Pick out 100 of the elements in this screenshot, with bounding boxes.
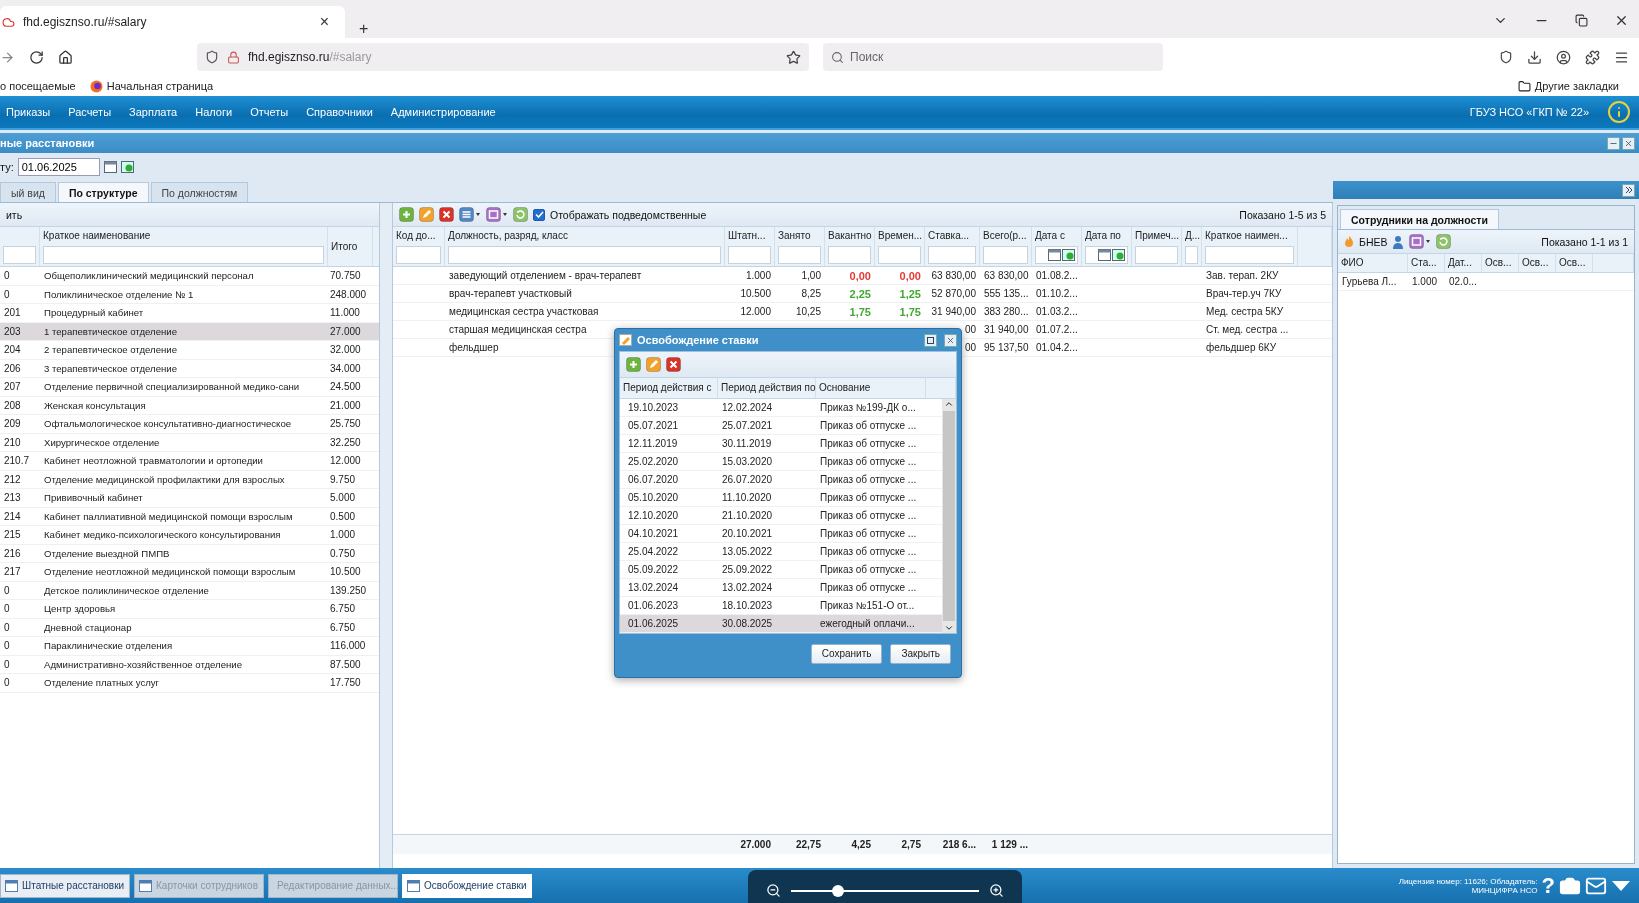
filter-field[interactable] [928, 246, 976, 264]
calendar-icon[interactable] [103, 161, 117, 173]
table-row[interactable]: 05.09.2022 25.09.2022 Приказ об отпуске ... [620, 561, 942, 579]
bookmark-link[interactable]: о посещаемые [0, 80, 76, 92]
filter-field[interactable] [778, 246, 821, 264]
restore-icon[interactable] [1575, 13, 1588, 27]
table-cell-text: 248.000 [329, 288, 368, 300]
date-field[interactable]: 01.06.2025 [17, 158, 100, 176]
menu-item[interactable]: Справочники [306, 106, 373, 118]
menu-item[interactable]: Налоги [195, 106, 233, 118]
download-icon[interactable] [1527, 49, 1542, 65]
zoom-out-icon[interactable] [766, 883, 781, 898]
close-tab-button[interactable]: × [313, 13, 335, 31]
filter-field[interactable] [828, 246, 871, 264]
table-row[interactable]: 13.02.2024 13.02.2024 Приказ об отпуске ... [620, 579, 942, 597]
filter-field[interactable] [878, 246, 921, 264]
scroll-down-icon[interactable] [944, 623, 954, 633]
dialog-button[interactable]: Закрыть [890, 643, 951, 664]
taskbar-item[interactable]: Освобождение ставки [402, 873, 532, 898]
filter-field[interactable] [396, 246, 441, 264]
delete-icon[interactable] [439, 207, 454, 222]
extensions-icon[interactable] [1585, 49, 1600, 65]
column-header: Осв... [1559, 256, 1587, 270]
info-icon[interactable] [1607, 100, 1631, 124]
menu-item[interactable]: Приказы [6, 106, 51, 118]
table-row[interactable]: 12.11.2019 30.11.2019 Приказ об отпуске ... [620, 435, 942, 453]
table-row[interactable]: 01.06.2025 30.08.2025 ежегодный оплачи... [620, 615, 942, 633]
window-icon[interactable] [486, 207, 508, 222]
table-cell-text: 3 терапевтическое отделение [43, 362, 178, 374]
minimize-button[interactable] [1607, 136, 1620, 150]
table-cell-text: 25.02.2020 [627, 456, 680, 467]
delete-icon[interactable] [666, 357, 681, 372]
expand-button[interactable] [1622, 183, 1635, 197]
bookmark-star-icon[interactable] [786, 49, 801, 65]
calendar-icon[interactable] [1048, 249, 1061, 261]
close-button[interactable] [1622, 136, 1635, 150]
new-tab-button[interactable]: + [353, 20, 375, 38]
print-icon[interactable] [459, 207, 481, 222]
add-icon[interactable] [626, 357, 641, 372]
maximize-button[interactable] [924, 333, 937, 347]
taskbar-item[interactable]: Штатные расстановки [0, 873, 130, 898]
menu-item[interactable]: Администрирование [390, 106, 496, 118]
search-field[interactable]: Поиск [823, 43, 1163, 71]
filter-field[interactable] [983, 246, 1028, 264]
reload-icon[interactable] [29, 49, 44, 65]
table-row[interactable]: 05.10.2020 11.10.2020 Приказ об отпуске ... [620, 489, 942, 507]
table-cell-text: 10,25 [794, 306, 822, 317]
view-tab[interactable]: По структуре [57, 182, 149, 202]
edit-icon[interactable] [419, 207, 434, 222]
checkbox[interactable] [533, 208, 545, 221]
scrollbar-thumb[interactable] [943, 411, 955, 621]
account-icon[interactable] [1556, 49, 1571, 65]
person-icon[interactable] [1392, 234, 1405, 249]
panel-tab[interactable]: Сотрудники на должности [1340, 209, 1499, 229]
table-row[interactable]: 12.10.2020 21.10.2020 Приказ об отпуске ... [620, 507, 942, 525]
edit-icon[interactable] [646, 357, 661, 372]
filter-field[interactable] [1135, 246, 1178, 264]
window-icon[interactable] [5, 879, 18, 892]
browser-tab[interactable]: fhd.egisznso.ru/#salary × [0, 6, 345, 38]
bookmark-link[interactable]: Начальная страница [89, 79, 214, 93]
filter-field[interactable] [1035, 246, 1078, 264]
calendar-icon[interactable] [1098, 249, 1111, 261]
scroll-up-icon[interactable] [944, 399, 954, 409]
menu-icon[interactable] [1614, 49, 1629, 65]
address-bar[interactable]: fhd.egisznso.ru/#salary [197, 43, 809, 71]
close-button[interactable] [944, 333, 957, 347]
table-cell-text: Гурьева Л... [1341, 276, 1398, 287]
filter-field[interactable] [1205, 246, 1294, 264]
help-button[interactable]: ? [1541, 872, 1555, 899]
home-icon[interactable] [58, 49, 73, 65]
table-row[interactable]: 05.07.2021 25.07.2021 Приказ об отпуске ... [620, 417, 942, 435]
other-bookmarks[interactable]: Другие закладки [1517, 79, 1619, 93]
add-icon[interactable] [399, 207, 414, 222]
window-icon[interactable] [1409, 234, 1432, 249]
menu-item[interactable]: Расчеты [68, 106, 112, 118]
window-icon[interactable] [407, 879, 420, 892]
table-row[interactable]: 06.07.2020 26.07.2020 Приказ об отпуске ... [620, 471, 942, 489]
menu-item[interactable]: Отчеты [250, 106, 289, 118]
table-row[interactable]: 25.02.2020 15.03.2020 Приказ об отпуске ... [620, 453, 942, 471]
dropdown-triangle-icon[interactable] [1611, 879, 1631, 892]
dialog-button[interactable]: Сохранить [810, 643, 883, 664]
filter-field[interactable] [3, 246, 36, 264]
table-cell-text: 32.250 [329, 436, 362, 448]
column-header: Код до... [396, 229, 437, 243]
table-cell-text: Врач-тер.уч 7КУ [1205, 288, 1283, 299]
menu-item[interactable]: Зарплата [129, 106, 178, 118]
view-tab[interactable]: По должностям [150, 182, 249, 202]
filter-field[interactable] [1085, 246, 1128, 264]
filter-field[interactable] [43, 246, 324, 264]
table-cell-text: 25.04.2022 [627, 546, 680, 557]
table-cell-text: 209 [3, 418, 22, 430]
table-row[interactable]: 25.04.2022 13.05.2022 Приказ об отпуске ... [620, 543, 942, 561]
zoom-in-icon[interactable] [989, 883, 1004, 898]
table-row[interactable]: 04.10.2021 20.10.2021 Приказ об отпуске ... [620, 525, 942, 543]
view-tab[interactable]: ый вид [0, 182, 56, 202]
filter-field[interactable] [448, 246, 721, 264]
forward-icon[interactable] [0, 49, 15, 65]
filter-field[interactable] [728, 246, 771, 264]
table-cell-text: 215 [3, 529, 22, 541]
filter-field[interactable] [1185, 246, 1198, 264]
